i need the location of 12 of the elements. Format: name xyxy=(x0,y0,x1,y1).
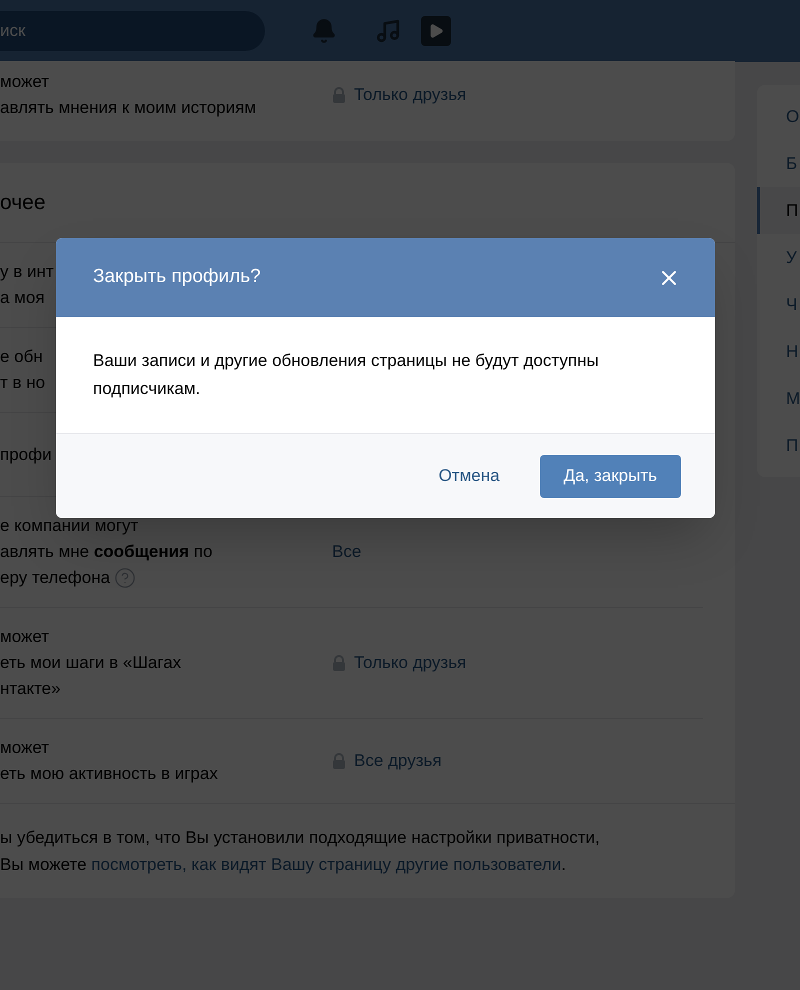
confirm-button[interactable]: Да, закрыть xyxy=(540,454,681,498)
setting-label: может еть мою активность в играх xyxy=(0,737,218,785)
setting-label: профи xyxy=(0,444,52,466)
setting-label: может еть мои шаги в «Шагах нтакте» xyxy=(0,626,182,700)
setting-label: е обн т в но xyxy=(0,346,46,394)
dialog-title: Закрыть профиль? xyxy=(93,265,261,290)
section-title: очее xyxy=(0,190,46,216)
setting-label: может авлять мнения к моим историям xyxy=(0,71,256,119)
setting-label: у в инт а моя xyxy=(0,261,54,309)
view-page-link[interactable]: посмотреть, как видят Вашу страницу другие пользователи xyxy=(91,855,562,874)
dialog-message: Ваши записи и другие обновления страницы не будут доступны подписчикам. xyxy=(93,350,600,400)
cancel-button[interactable]: Отмена xyxy=(408,454,530,498)
